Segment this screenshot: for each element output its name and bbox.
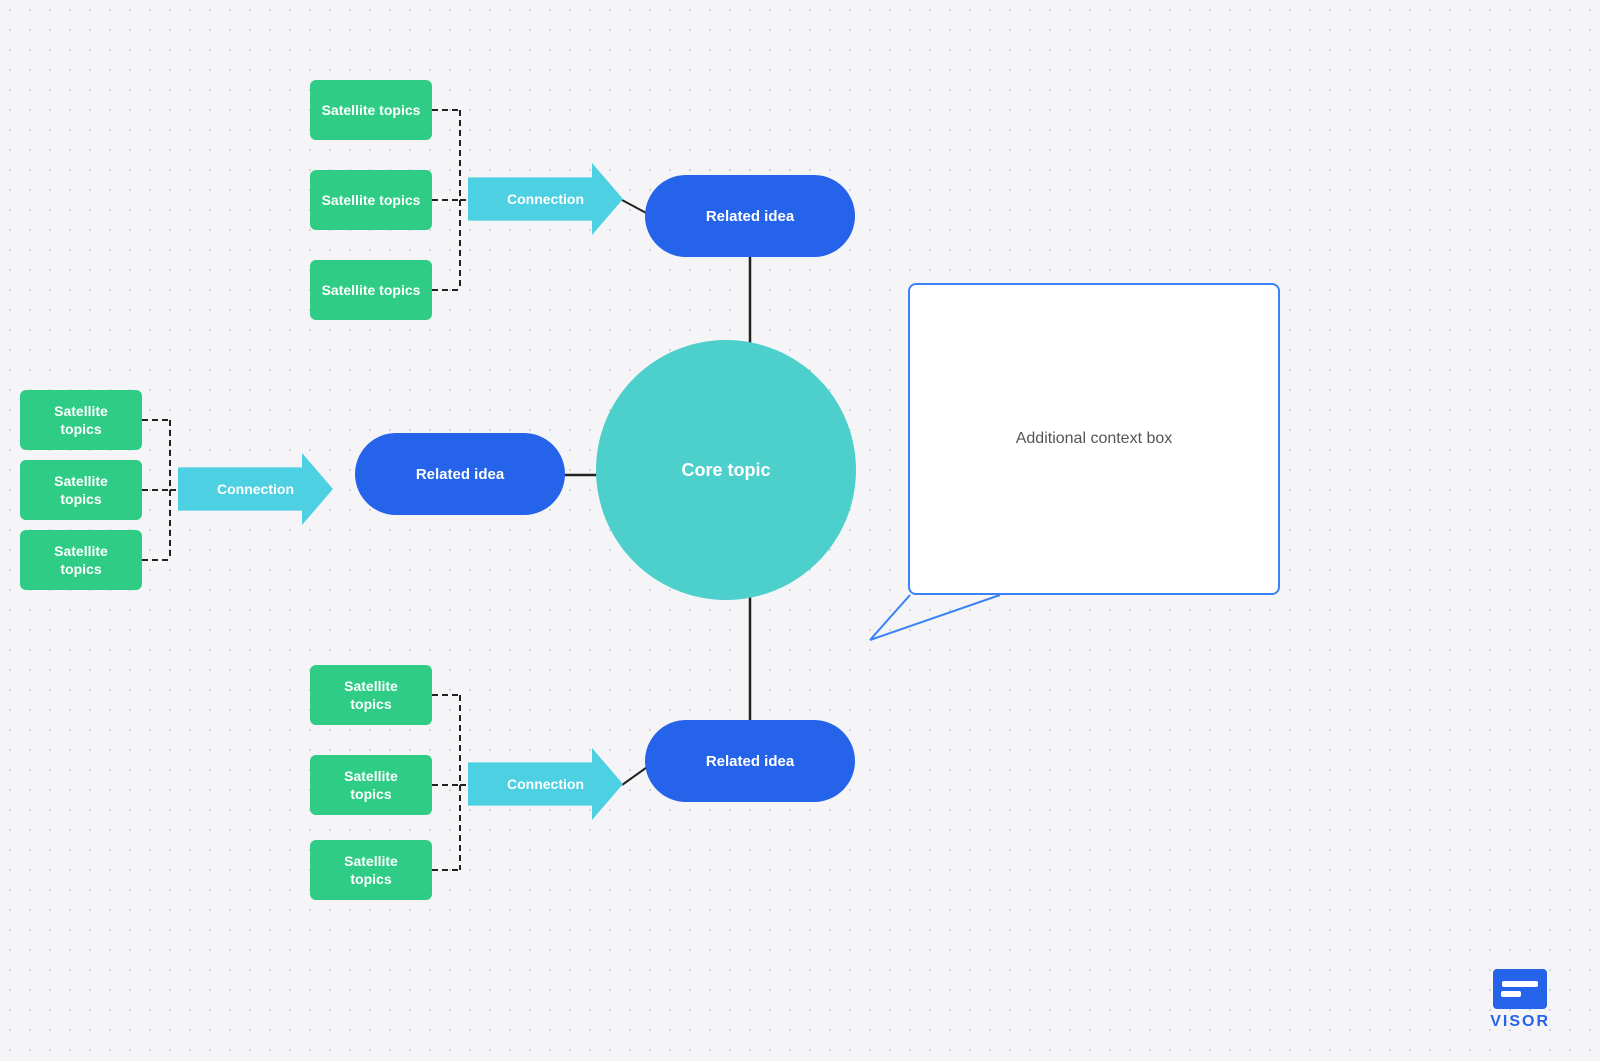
satellite-bot-3[interactable]: Satellitetopics	[310, 840, 432, 900]
visor-text: VISOR	[1490, 1013, 1550, 1031]
satellite-mid-2[interactable]: Satellitetopics	[20, 460, 142, 520]
visor-logo: VISOR	[1490, 969, 1550, 1031]
context-box-label: Additional context box	[1016, 430, 1173, 448]
satellite-top-2[interactable]: Satellite topics	[310, 170, 432, 230]
context-box[interactable]: Additional context box	[908, 283, 1280, 595]
satellite-mid-3[interactable]: Satellitetopics	[20, 530, 142, 590]
diagram-container: Satellite topics Satellite topics Satell…	[0, 0, 1600, 1061]
satellite-top-1[interactable]: Satellite topics	[310, 80, 432, 140]
visor-icon	[1493, 969, 1547, 1009]
satellite-mid-1[interactable]: Satellitetopics	[20, 390, 142, 450]
satellite-bot-2[interactable]: Satellitetopics	[310, 755, 432, 815]
related-idea-bot[interactable]: Related idea	[645, 720, 855, 802]
related-idea-top[interactable]: Related idea	[645, 175, 855, 257]
visor-bar-1	[1502, 981, 1538, 987]
core-topic[interactable]: Core topic	[596, 340, 856, 600]
related-idea-mid[interactable]: Related idea	[355, 433, 565, 515]
satellite-top-3[interactable]: Satellite topics	[310, 260, 432, 320]
visor-bar-2	[1501, 991, 1521, 997]
satellite-bot-1[interactable]: Satellitetopics	[310, 665, 432, 725]
